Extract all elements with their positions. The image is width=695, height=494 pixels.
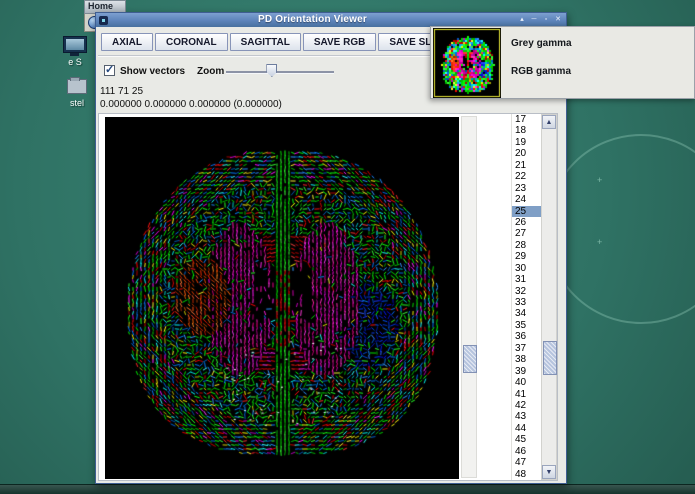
slice-row[interactable]: 28 [512,240,542,251]
slice-row[interactable]: 43 [512,411,542,422]
slice-row[interactable]: 47 [512,457,542,468]
slice-list-scrollbar[interactable]: ▲ ▼ [541,114,557,480]
monitor-icon [63,36,87,56]
plus-mark-icon: + [597,237,603,247]
slice-row[interactable]: 45 [512,434,542,445]
maximize-button[interactable]: ▫ [541,15,551,25]
slice-row[interactable]: 26 [512,217,542,228]
desktop-icon-box[interactable]: stel [58,76,96,108]
list-scrollbar-thumb[interactable] [543,341,557,375]
slice-row[interactable]: 38 [512,354,542,365]
scroll-up-icon[interactable]: ▲ [542,115,556,129]
slice-row[interactable]: 44 [512,423,542,434]
show-vectors-label: Show vectors [120,66,186,77]
slice-row[interactable]: 33 [512,297,542,308]
slice-row[interactable]: 32 [512,286,542,297]
slice-row[interactable]: 35 [512,320,542,331]
zoom-slider-thumb[interactable] [266,64,278,77]
grey-gamma-label: Grey gamma [511,38,572,49]
desktop-icon-computer[interactable]: e S [56,36,94,67]
toolbar-button[interactable]: SAVE RGB [302,33,377,51]
close-button[interactable]: ✕ [553,15,563,25]
slice-row[interactable]: 30 [512,263,542,274]
desktop-circle-ornament [546,134,695,324]
slice-row[interactable]: 37 [512,343,542,354]
slice-row[interactable]: 25 [512,205,542,217]
show-vectors-checkbox[interactable]: ✓ [104,64,115,76]
slice-row[interactable]: 34 [512,308,542,319]
brain-rgb-thumbnail[interactable] [433,28,501,98]
slice-row[interactable]: 19 [512,137,542,148]
toolbar-button[interactable]: SAGITTAL [229,33,301,51]
desktop-icon-label: e S [68,57,82,67]
slice-row[interactable]: 42 [512,400,542,411]
box-icon [67,77,87,94]
scroll-down-icon[interactable]: ▼ [542,465,556,479]
app-icon [99,15,108,25]
voxel-coordinates: 111 71 25 [100,86,144,97]
canvas-scrollbar-thumb[interactable] [463,345,477,373]
orientation-vector-canvas[interactable] [105,117,459,479]
slice-row[interactable]: 40 [512,377,542,388]
slice-row[interactable]: 36 [512,331,542,342]
window-controls: ▴ ─ ▫ ✕ [517,15,563,25]
zoom-slider[interactable] [226,63,334,79]
gamma-window: Grey gamma RGB gamma [430,26,695,99]
shade-button[interactable]: ▴ [517,15,527,25]
slice-row[interactable]: 18 [512,125,542,136]
desktop: + + Home e S stel PD Orientation Viewer ▴… [0,0,695,494]
slice-list: 17 18 19 20 21 22 23 24 25 26 27 28 29 30 31 32 33 34 35 36… [511,114,542,480]
minimize-button[interactable]: ─ [529,15,539,25]
window-title: PD Orientation Viewer [257,14,368,25]
desktop-icon-label: stel [69,98,84,108]
canvas-vertical-scrollbar[interactable] [461,116,477,478]
rgb-gamma-label: RGB gamma [511,66,572,77]
slice-row[interactable]: 48 [512,469,542,480]
slice-row[interactable]: 23 [512,183,542,194]
slice-row[interactable]: 29 [512,251,542,262]
taskbar [0,484,695,494]
zoom-slider-track[interactable] [226,71,334,74]
zoom-label: Zoom [197,66,225,77]
toolbar-button[interactable]: AXIAL [101,33,153,51]
slice-row[interactable]: 27 [512,228,542,239]
slice-row[interactable]: 24 [512,194,542,205]
slice-row[interactable]: 41 [512,389,542,400]
slice-row[interactable]: 46 [512,446,542,457]
slice-row[interactable]: 31 [512,274,542,285]
checkmark-icon: ✓ [105,64,115,76]
slice-row[interactable]: 21 [512,160,542,171]
slice-row[interactable]: 20 [512,148,542,159]
slice-row[interactable]: 22 [512,171,542,182]
voxel-values: 0.000000 0.000000 0.000000 (0.000000) [100,99,282,110]
slice-row[interactable]: 39 [512,366,542,377]
window-titlebar[interactable]: PD Orientation Viewer ▴ ─ ▫ ✕ [96,13,566,27]
plus-mark-icon: + [597,175,603,185]
slice-row[interactable]: 17 [512,114,542,125]
toolbar-button[interactable]: CORONAL [155,33,228,51]
viewer-content: 17 18 19 20 21 22 23 24 25 26 27 28 29 30 31 32 33 34 35 36… [98,113,558,481]
toolbar: AXIAL CORONAL SAGITTAL SAVE RGB SAVE SLICES [101,33,466,51]
